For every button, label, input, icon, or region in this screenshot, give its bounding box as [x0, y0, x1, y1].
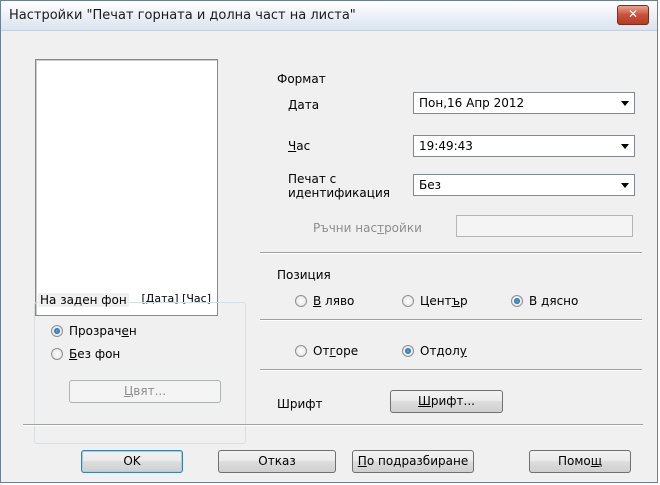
footer-divider — [23, 424, 643, 426]
radio-left-label: В ляво — [313, 294, 355, 308]
position-heading: Позиция — [277, 268, 331, 282]
background-group-label: На заден фон — [38, 293, 129, 307]
dialog-title: Настройки "Печат горната и долна част на… — [9, 8, 356, 23]
ok-button[interactable]: OK — [81, 450, 183, 473]
radio-left[interactable]: В ляво — [295, 294, 354, 308]
date-dropdown[interactable]: Пон,16 Апр 2012 — [413, 92, 635, 114]
identification-value: Без — [419, 178, 441, 192]
radio-center[interactable]: Център — [402, 294, 468, 308]
radio-transparent-label: Прозрачен — [69, 324, 137, 338]
manual-settings-label: Ръчни настройки — [313, 221, 422, 235]
chevron-down-icon — [621, 183, 629, 188]
date-label: Дата — [288, 98, 320, 112]
radio-center-dot[interactable] — [402, 295, 414, 307]
divider — [260, 319, 642, 321]
radio-no-background-dot[interactable] — [51, 348, 63, 360]
radio-bottom[interactable]: Отдолу — [402, 344, 467, 358]
color-button[interactable]: Цвят... — [69, 380, 221, 403]
date-value: Пон,16 Апр 2012 — [419, 96, 525, 110]
radio-top[interactable]: Отгоре — [295, 344, 358, 358]
radio-bottom-dot[interactable] — [402, 345, 414, 357]
time-label: Час — [288, 139, 311, 153]
font-label: Шрифт — [277, 397, 323, 411]
radio-right-dot[interactable] — [511, 295, 523, 307]
divider — [260, 369, 642, 371]
chevron-down-icon — [621, 101, 629, 106]
radio-bottom-label: Отдолу — [420, 344, 467, 358]
format-heading: Формат — [277, 72, 326, 86]
chevron-down-icon — [621, 144, 629, 149]
radio-top-dot[interactable] — [295, 345, 307, 357]
preview-page: [Дата] [Час] — [35, 59, 218, 316]
divider — [260, 252, 642, 254]
close-button[interactable]: ✕ — [617, 5, 649, 25]
cancel-button[interactable]: Отказ — [218, 450, 336, 473]
radio-no-background-label: Без фон — [69, 347, 121, 361]
radio-transparent[interactable]: Прозрачен — [51, 324, 137, 338]
radio-transparent-dot[interactable] — [51, 325, 63, 337]
title-bar: Настройки "Печат горната и долна част на… — [1, 1, 657, 31]
radio-no-background[interactable]: Без фон — [51, 347, 120, 361]
help-button[interactable]: Помощ — [529, 450, 631, 473]
radio-center-label: Център — [420, 294, 468, 308]
radio-top-label: Отгоре — [313, 344, 359, 358]
radio-right-label: В дясно — [529, 294, 579, 308]
dialog-body: [Дата] [Час] На заден фон Прозрачен Без … — [1, 31, 657, 482]
dialog-window: Настройки "Печат горната и долна част на… — [0, 0, 658, 483]
radio-right[interactable]: В дясно — [511, 294, 578, 308]
default-button[interactable]: По подразбиране — [352, 450, 474, 473]
time-dropdown[interactable]: 19:49:43 — [413, 135, 635, 157]
identification-label: Печат с идентификация — [288, 172, 390, 200]
time-value: 19:49:43 — [419, 139, 473, 153]
radio-left-dot[interactable] — [295, 295, 307, 307]
identification-dropdown[interactable]: Без — [413, 174, 635, 196]
manual-settings-input[interactable] — [456, 215, 633, 237]
font-button[interactable]: Шрифт... — [390, 390, 503, 413]
